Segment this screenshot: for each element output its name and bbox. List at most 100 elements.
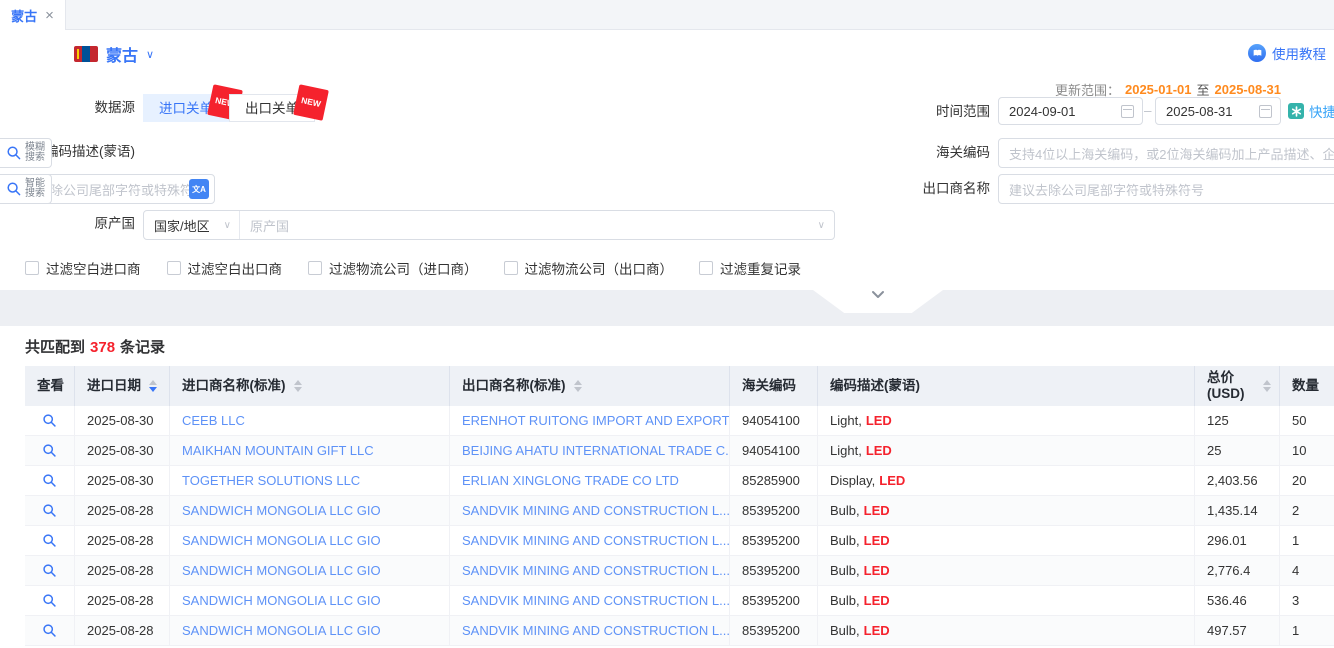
tutorial-link[interactable]: 使用教程	[1248, 43, 1326, 63]
checkbox-icon[interactable]	[25, 261, 39, 275]
exporter-input[interactable]: 建议去除公司尾部字符或特殊符号	[998, 174, 1334, 204]
column-label: 查看	[37, 378, 64, 394]
sort-icon[interactable]	[294, 380, 302, 392]
column-header[interactable]: 总价 (USD)	[1195, 366, 1280, 406]
column-header[interactable]: 出口商名称(标准)	[450, 366, 730, 406]
table-row: 2025-08-30 CEEB LLC ERENHOT RUITONG IMPO…	[25, 406, 1334, 436]
cell-hs-code: 85395200	[730, 586, 818, 615]
exporter-link[interactable]: SANDVIK MINING AND CONSTRUCTION L...	[462, 593, 730, 608]
importer-link[interactable]: SANDWICH MONGOLIA LLC GIO	[182, 623, 381, 638]
checkbox-icon[interactable]	[504, 261, 518, 275]
cell-quantity: 4	[1280, 556, 1334, 585]
cell-hs-code: 85395200	[730, 616, 818, 645]
close-icon[interactable]: ×	[45, 8, 54, 23]
cell-importer: MAIKHAN MOUNTAIN GIFT LLC	[170, 436, 450, 465]
filter-panel: 数据源 进口关单 NEW 出口关单 NEW 更新范围： 2025-01-01 至…	[0, 78, 1334, 290]
importer-link[interactable]: SANDWICH MONGOLIA LLC GIO	[182, 563, 381, 578]
importer-link[interactable]: CEEB LLC	[182, 413, 245, 428]
cell-description: Bulb,LED	[818, 586, 1195, 615]
checkbox-icon[interactable]	[308, 261, 322, 275]
translate-icon[interactable]: 文A	[189, 179, 209, 199]
led-highlight: LED	[864, 563, 890, 578]
mongolia-flag-icon	[74, 46, 98, 62]
magnifier-icon	[42, 623, 57, 638]
collapse-panel-button[interactable]	[813, 290, 943, 313]
magnifier-icon	[42, 443, 57, 458]
importer-link[interactable]: SANDWICH MONGOLIA LLC GIO	[182, 593, 381, 608]
filter-checkbox[interactable]: 过滤空白出口商	[167, 258, 283, 278]
filter-checkbox[interactable]: 过滤空白进口商	[25, 258, 141, 278]
view-button[interactable]	[25, 526, 75, 555]
table-row: 2025-08-28 SANDWICH MONGOLIA LLC GIO SAN…	[25, 496, 1334, 526]
exporter-link[interactable]: SANDVIK MINING AND CONSTRUCTION L...	[462, 503, 730, 518]
tab-import-declarations[interactable]: 进口关单 NEW	[143, 94, 229, 122]
exporter-label: 出口商名称	[880, 174, 990, 204]
filter-checkbox[interactable]: 过滤重复记录	[699, 258, 801, 278]
quick-select-icon	[1288, 103, 1304, 119]
cell-total-usd: 296.01	[1195, 526, 1280, 555]
exporter-link[interactable]: SANDVIK MINING AND CONSTRUCTION L...	[462, 623, 730, 638]
sort-icon[interactable]	[1263, 380, 1271, 392]
column-header[interactable]: 海关编码	[730, 366, 818, 406]
exporter-link[interactable]: SANDVIK MINING AND CONSTRUCTION L...	[462, 533, 730, 548]
led-highlight: LED	[864, 503, 890, 518]
view-button[interactable]	[25, 436, 75, 465]
exporter-link[interactable]: BEIJING AHATU INTERNATIONAL TRADE C...	[462, 443, 730, 458]
chevron-down-icon: ∨	[818, 220, 834, 231]
table-row: 2025-08-28 SANDWICH MONGOLIA LLC GIO SAN…	[25, 526, 1334, 556]
column-header[interactable]: 进口日期	[75, 366, 170, 406]
chevron-down-icon: ∨	[224, 220, 231, 231]
country-name: 蒙古	[106, 42, 138, 66]
smart-search-button[interactable]: 智能搜索	[0, 174, 52, 204]
magnifier-icon	[42, 563, 57, 578]
country-selector[interactable]: 蒙古 ∨	[74, 42, 154, 66]
filter-checkbox[interactable]: 过滤物流公司（出口商）	[504, 258, 674, 278]
search-icon	[6, 181, 22, 197]
start-date-input[interactable]: 2024-09-01	[998, 97, 1143, 125]
importer-link[interactable]: TOGETHER SOLUTIONS LLC	[182, 473, 360, 488]
filter-checkbox[interactable]: 过滤物流公司（进口商）	[308, 258, 478, 278]
checkbox-icon[interactable]	[167, 261, 181, 275]
search-icon	[6, 145, 22, 161]
origin-type-select[interactable]: 国家/地区 ∨	[144, 211, 240, 239]
tab-export-declarations[interactable]: 出口关单 NEW	[229, 94, 315, 122]
exporter-link[interactable]: ERENHOT RUITONG IMPORT AND EXPORT ...	[462, 413, 730, 428]
cell-importer: CEEB LLC	[170, 406, 450, 435]
led-highlight: LED	[866, 413, 892, 428]
table-header: 查看 进口日期 进口商名称(标准) 出口商名称(标准) 海关编码 编码描述(蒙语…	[25, 366, 1334, 406]
magnifier-icon	[42, 503, 57, 518]
cell-exporter: ERLIAN XINGLONG TRADE CO LTD	[450, 466, 730, 495]
column-header[interactable]: 编码描述(蒙语)	[818, 366, 1195, 406]
view-button[interactable]	[25, 466, 75, 495]
column-header[interactable]: 数量	[1280, 366, 1334, 406]
hs-code-input[interactable]: 支持4位以上海关编码，或2位海关编码加上产品描述、企业名称	[998, 138, 1334, 168]
view-button[interactable]	[25, 406, 75, 435]
cell-exporter: SANDVIK MINING AND CONSTRUCTION L...	[450, 556, 730, 585]
origin-input[interactable]: 国家/地区 ∨ 原产国 ∨	[143, 210, 835, 240]
tab-mongolia[interactable]: 蒙古 ×	[0, 0, 66, 30]
end-date-input[interactable]: 2025-08-31	[1155, 97, 1281, 125]
quick-select-button[interactable]: 快捷	[1288, 97, 1334, 125]
checkbox-icon[interactable]	[699, 261, 713, 275]
importer-link[interactable]: MAIKHAN MOUNTAIN GIFT LLC	[182, 443, 374, 458]
cell-total-usd: 1,435.14	[1195, 496, 1280, 525]
table-row: 2025-08-28 SANDWICH MONGOLIA LLC GIO SAN…	[25, 556, 1334, 586]
exporter-link[interactable]: SANDVIK MINING AND CONSTRUCTION L...	[462, 563, 730, 578]
sort-icon[interactable]	[149, 380, 157, 392]
view-button[interactable]	[25, 586, 75, 615]
cell-description: Bulb,LED	[818, 496, 1195, 525]
view-button[interactable]	[25, 496, 75, 525]
column-header[interactable]: 查看	[25, 366, 75, 406]
sort-icon[interactable]	[574, 380, 582, 392]
cell-importer: SANDWICH MONGOLIA LLC GIO	[170, 556, 450, 585]
fuzzy-search-button[interactable]: 模糊搜索	[0, 138, 52, 168]
importer-link[interactable]: SANDWICH MONGOLIA LLC GIO	[182, 503, 381, 518]
view-button[interactable]	[25, 616, 75, 645]
column-header[interactable]: 进口商名称(标准)	[170, 366, 450, 406]
cell-quantity: 2	[1280, 496, 1334, 525]
time-range-label: 时间范围	[880, 97, 990, 127]
exporter-link[interactable]: ERLIAN XINGLONG TRADE CO LTD	[462, 473, 679, 488]
view-button[interactable]	[25, 556, 75, 585]
importer-link[interactable]: SANDWICH MONGOLIA LLC GIO	[182, 533, 381, 548]
cell-total-usd: 2,403.56	[1195, 466, 1280, 495]
